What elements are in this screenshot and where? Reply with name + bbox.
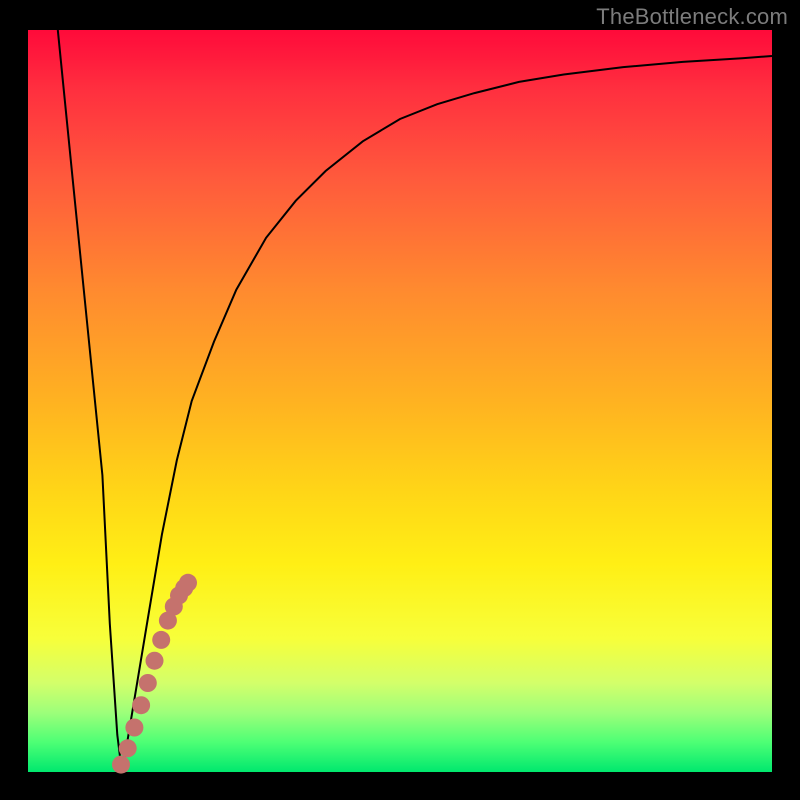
chart-frame: TheBottleneck.com: [0, 0, 800, 800]
marker-dot: [179, 574, 197, 592]
bottleneck-curve: [28, 30, 772, 772]
marker-segment: [112, 574, 197, 774]
marker-dot: [139, 674, 157, 692]
marker-dot: [146, 652, 164, 670]
watermark-text: TheBottleneck.com: [596, 4, 788, 30]
marker-dot: [119, 739, 137, 757]
marker-dot: [125, 719, 143, 737]
marker-dot: [112, 756, 130, 774]
marker-dot: [152, 631, 170, 649]
curve-path: [58, 30, 772, 765]
marker-dot: [132, 696, 150, 714]
